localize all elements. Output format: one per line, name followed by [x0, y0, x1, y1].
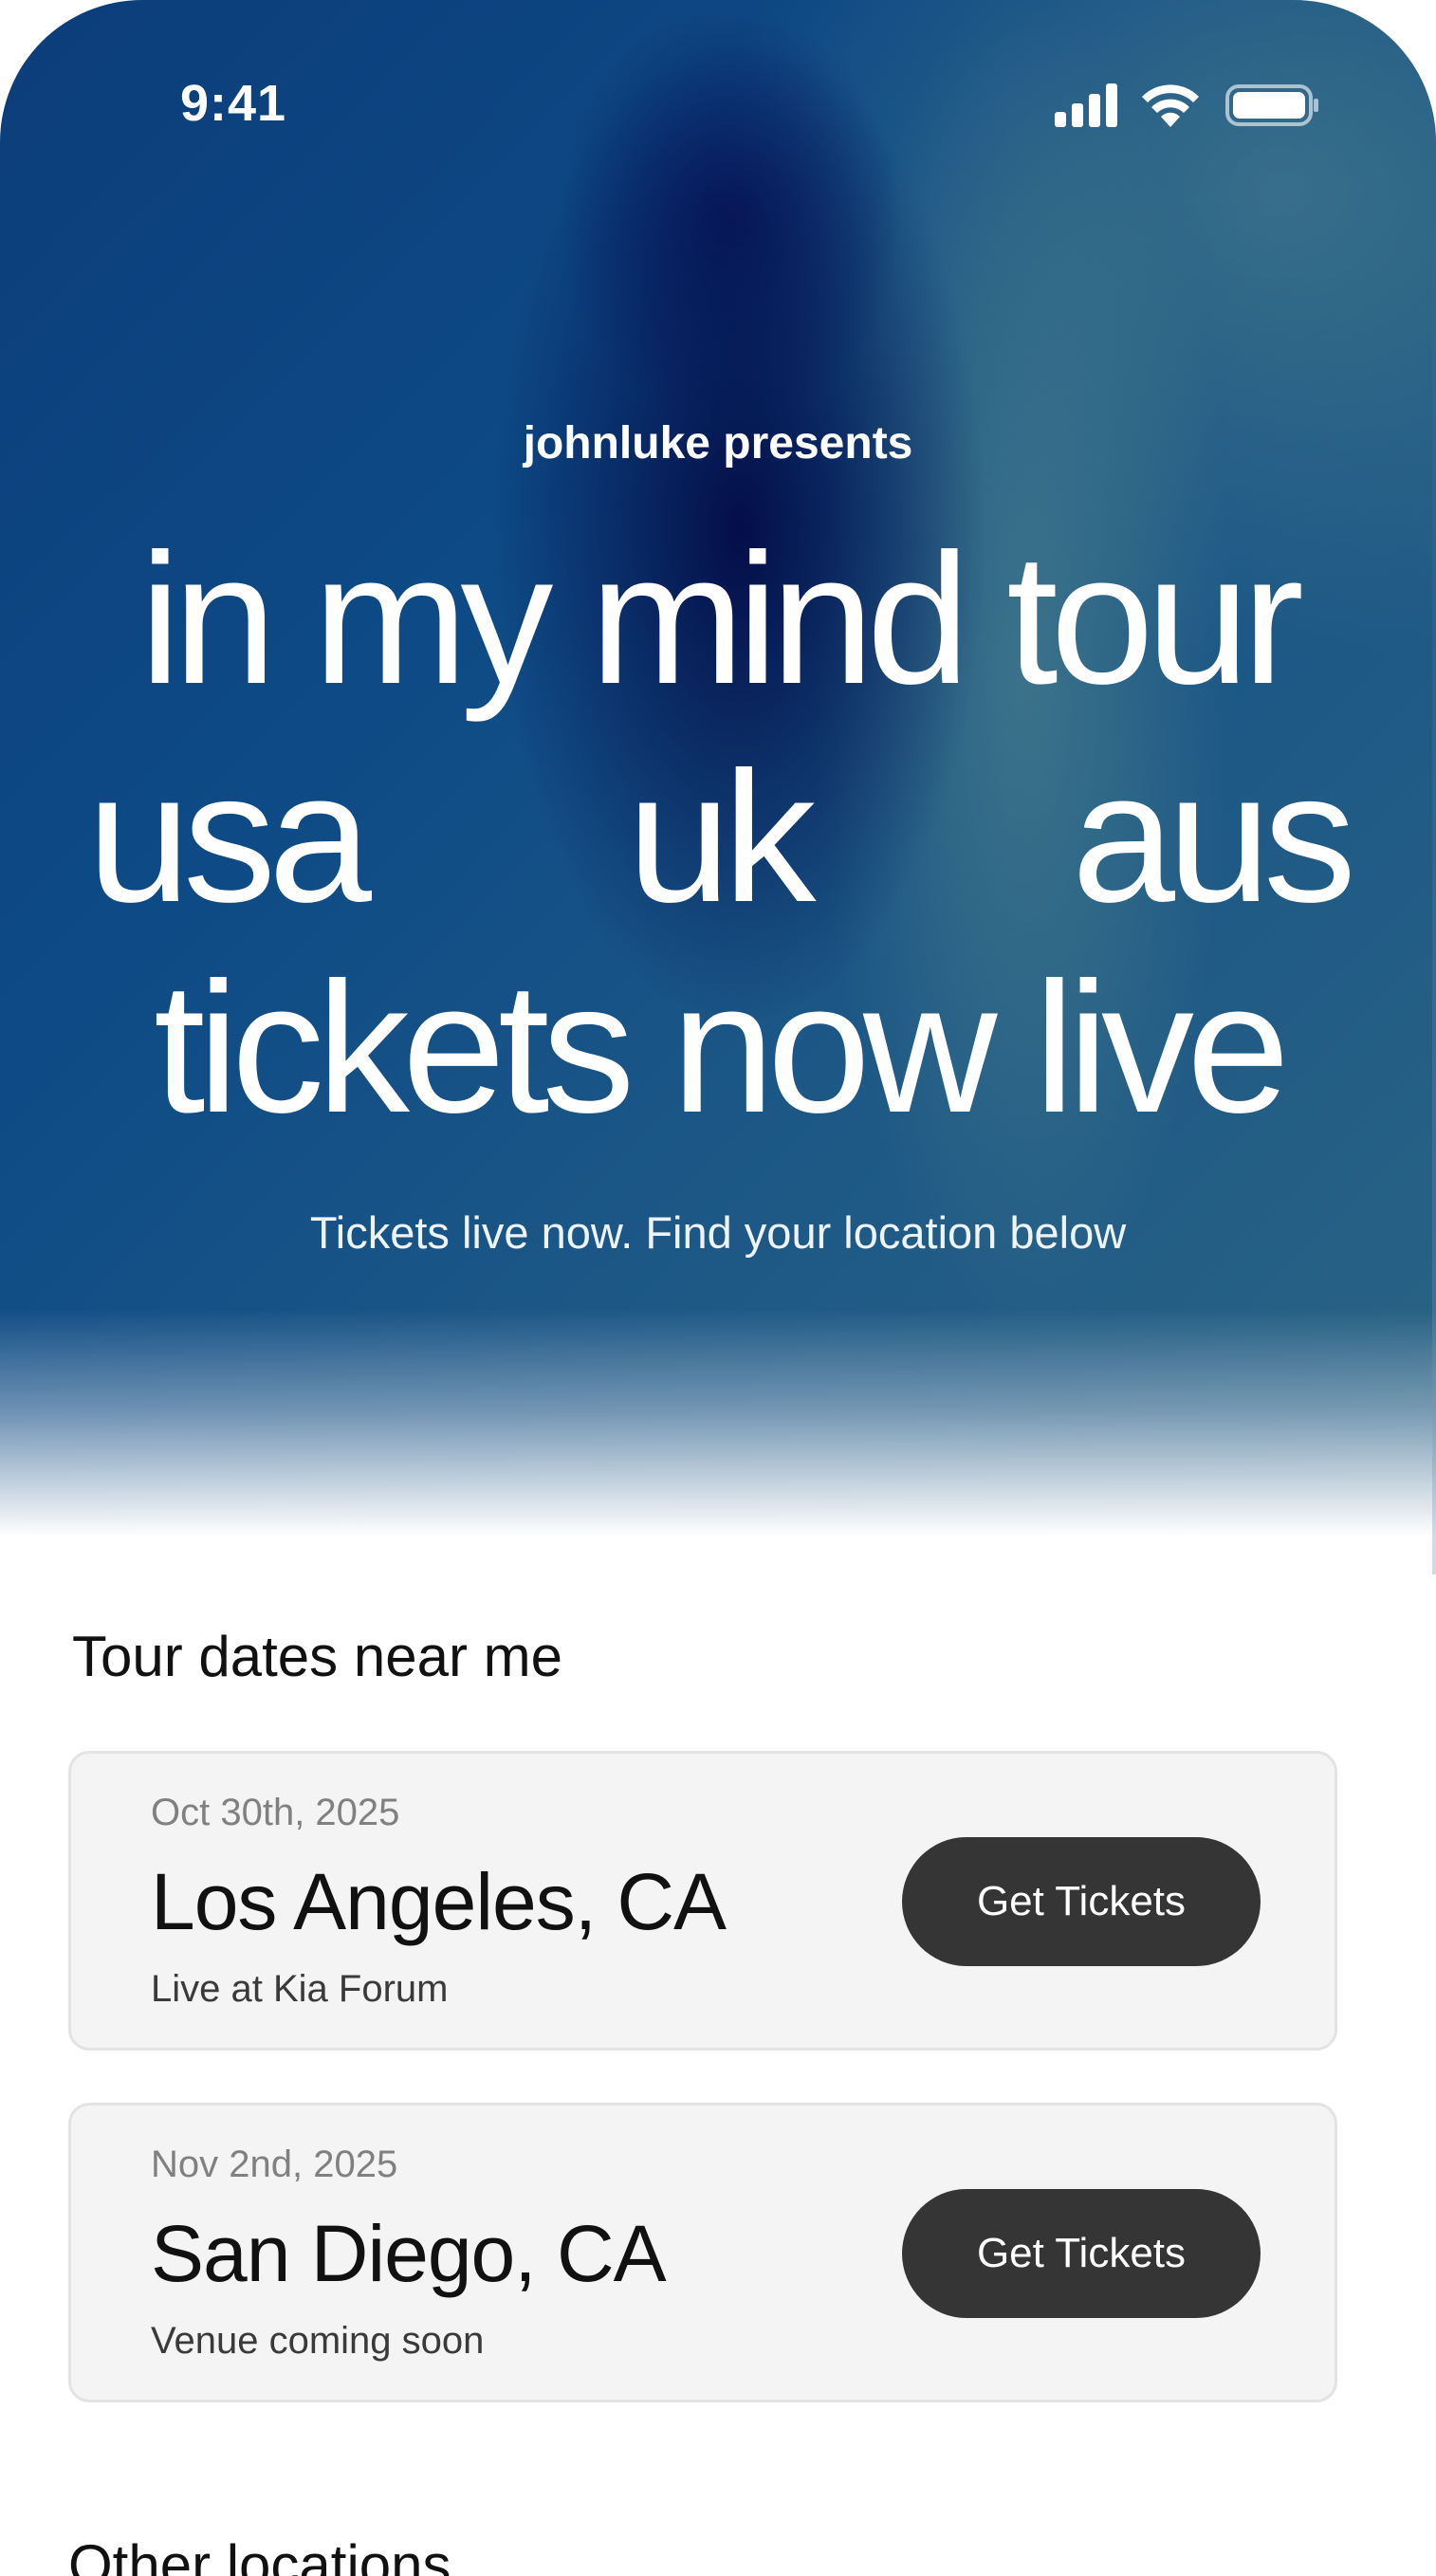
tour-city: San Diego, CA: [151, 2209, 667, 2298]
hero-headline-tour: in my mind tour: [139, 515, 1304, 723]
tour-dates-title: Tour dates near me: [72, 1625, 562, 1688]
tour-date: Oct 30th, 2025: [151, 1792, 400, 1833]
signal-icon: [1055, 83, 1117, 127]
status-time: 9:41: [180, 75, 287, 132]
tour-date-card: Nov 2nd, 2025 San Diego, CA Venue coming…: [68, 2103, 1337, 2402]
hero-headline-tickets: tickets now live: [153, 944, 1290, 1151]
screen-edge: [1432, 133, 1436, 1574]
hero-headline-regions: usa uk aus: [87, 733, 1356, 941]
tour-date: Nov 2nd, 2025: [151, 2144, 398, 2185]
wifi-icon: [1142, 84, 1199, 127]
presenter-label: johnluke presents: [523, 418, 913, 469]
get-tickets-button[interactable]: Get Tickets: [902, 2189, 1261, 2318]
tour-city: Los Angeles, CA: [151, 1857, 727, 1946]
region-usa: usa: [87, 733, 372, 941]
battery-icon: [1225, 84, 1318, 126]
hero-fade: [0, 1309, 1436, 1536]
tour-date-card: Oct 30th, 2025 Los Angeles, CA Live at K…: [68, 1751, 1337, 2051]
tour-venue: Live at Kia Forum: [151, 1968, 449, 2010]
app-screen: 9:41 johnluke presents in my mind tour u…: [0, 0, 1436, 2576]
other-locations-title: Other locations: [68, 2533, 451, 2576]
region-aus: aus: [1071, 733, 1356, 941]
hero-banner: 9:41 johnluke presents in my mind tour u…: [0, 0, 1436, 1536]
hero-subtitle: Tickets live now. Find your location bel…: [309, 1207, 1127, 1258]
tour-venue: Venue coming soon: [151, 2320, 485, 2362]
get-tickets-button[interactable]: Get Tickets: [902, 1837, 1261, 1966]
region-uk: uk: [627, 733, 816, 941]
